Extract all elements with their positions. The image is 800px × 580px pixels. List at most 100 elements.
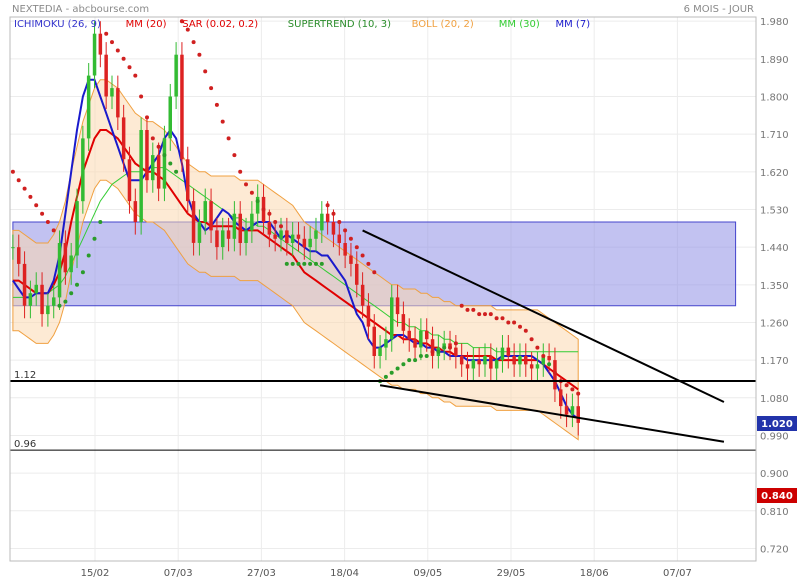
x-tick-label: 29/05 <box>497 568 526 579</box>
x-tick-label: 07/07 <box>663 568 692 579</box>
sar-dot <box>418 354 423 358</box>
candle-body <box>314 230 318 239</box>
sar-dot <box>424 354 429 358</box>
candle-body <box>459 356 464 365</box>
legend-item: MM (30) <box>499 19 540 30</box>
legend-item: MM (7) <box>556 19 591 30</box>
y-tick-label: 1.800 <box>760 93 789 104</box>
candle-body <box>197 222 202 243</box>
sar-dot <box>308 261 313 266</box>
candle-body <box>52 297 56 306</box>
sar-dot <box>459 303 464 308</box>
sar-dot <box>465 307 470 312</box>
candle-body <box>576 406 580 423</box>
candle-body <box>121 117 126 160</box>
chart-svg: 1.12 0.96 1.980 1.890 1.800 1.710 1.620 1.530 1… <box>9 4 797 579</box>
sar-dot <box>145 115 149 120</box>
sar-dot <box>75 282 79 287</box>
sar-dot <box>86 253 91 258</box>
sar-dot <box>98 220 103 224</box>
sar-dot <box>191 40 196 45</box>
sar-dot <box>249 190 254 195</box>
sar-dot <box>279 224 283 229</box>
sar-dot <box>69 291 74 296</box>
candle-body <box>221 230 225 248</box>
sar-dot <box>518 324 522 329</box>
candle-body <box>360 284 365 306</box>
sar-dot <box>51 228 56 233</box>
sar-dot <box>244 182 248 187</box>
sar-dot <box>529 337 534 342</box>
y-tick-label: 1.530 <box>760 205 789 216</box>
sar-dot <box>500 316 505 321</box>
candle-body <box>232 213 237 239</box>
candle-body <box>226 230 231 239</box>
candle-body <box>384 339 388 348</box>
sar-dot <box>448 345 452 350</box>
sar-dot <box>477 312 482 317</box>
candle-body <box>168 96 172 139</box>
sar-dot <box>471 307 476 312</box>
y-tick-label: 1.260 <box>760 318 789 329</box>
sar-dot <box>261 207 266 212</box>
last-price-badge: 1.020 <box>757 416 797 431</box>
sar-dot <box>255 199 260 204</box>
legend-item: ICHIMOKU (26, 9) <box>14 19 101 30</box>
candle-body <box>22 263 27 306</box>
candle-body <box>343 243 347 256</box>
sar-dot <box>92 236 97 241</box>
candle-body <box>186 159 190 202</box>
sar-dot <box>547 362 552 367</box>
candle-body <box>17 247 21 264</box>
sar-dot <box>214 102 219 107</box>
candle-body <box>372 326 376 356</box>
sar-dot <box>552 370 557 375</box>
candle-body <box>419 330 423 348</box>
candle-body <box>215 230 219 248</box>
candle-body <box>390 297 394 340</box>
x-tick-label: 18/04 <box>330 568 359 579</box>
sar-dot <box>121 56 126 61</box>
sar-dot <box>488 312 493 317</box>
sar-dot <box>302 261 307 266</box>
x-tick-label: 07/03 <box>164 568 193 579</box>
candle-body <box>506 347 511 356</box>
sar-dot <box>512 320 517 325</box>
candle-body <box>11 247 15 249</box>
y-tick-label: 1.350 <box>760 281 789 292</box>
candle-body <box>28 293 33 306</box>
sar-dot <box>535 345 540 350</box>
candle-body <box>110 88 114 97</box>
sar-dot <box>436 349 441 354</box>
candle-body <box>518 356 522 365</box>
candle-body <box>477 360 481 365</box>
sar-dot <box>232 153 237 158</box>
legend-item: SUPERTREND (10, 3) <box>288 19 391 30</box>
y-tick-label: 1.440 <box>760 243 789 254</box>
sar-dot <box>494 316 499 321</box>
candle-body <box>203 201 207 222</box>
sar-dot <box>407 358 412 363</box>
candle-body <box>250 213 254 231</box>
candle-body <box>40 284 44 315</box>
candle-body <box>81 138 85 202</box>
level-label: 1.12 <box>14 370 36 381</box>
chart-period: 6 MOIS - JOUR <box>684 4 754 15</box>
y-tick-label: 0.990 <box>760 431 789 442</box>
sar-dot <box>395 366 400 371</box>
sar-dot <box>453 341 458 346</box>
candle-body <box>273 234 277 239</box>
sar-dot <box>541 354 546 358</box>
sar-dot <box>16 178 21 183</box>
sar-dot <box>354 245 359 250</box>
candle-body <box>512 356 516 365</box>
sar-dot <box>576 391 581 396</box>
sar-dot <box>337 220 342 224</box>
sar-dot <box>430 349 435 354</box>
candle-body <box>494 360 499 369</box>
sar-dot <box>383 374 388 379</box>
candle-body <box>285 230 289 243</box>
candle-body <box>529 364 534 369</box>
sar-dot <box>10 169 15 174</box>
candle-body <box>471 360 476 369</box>
